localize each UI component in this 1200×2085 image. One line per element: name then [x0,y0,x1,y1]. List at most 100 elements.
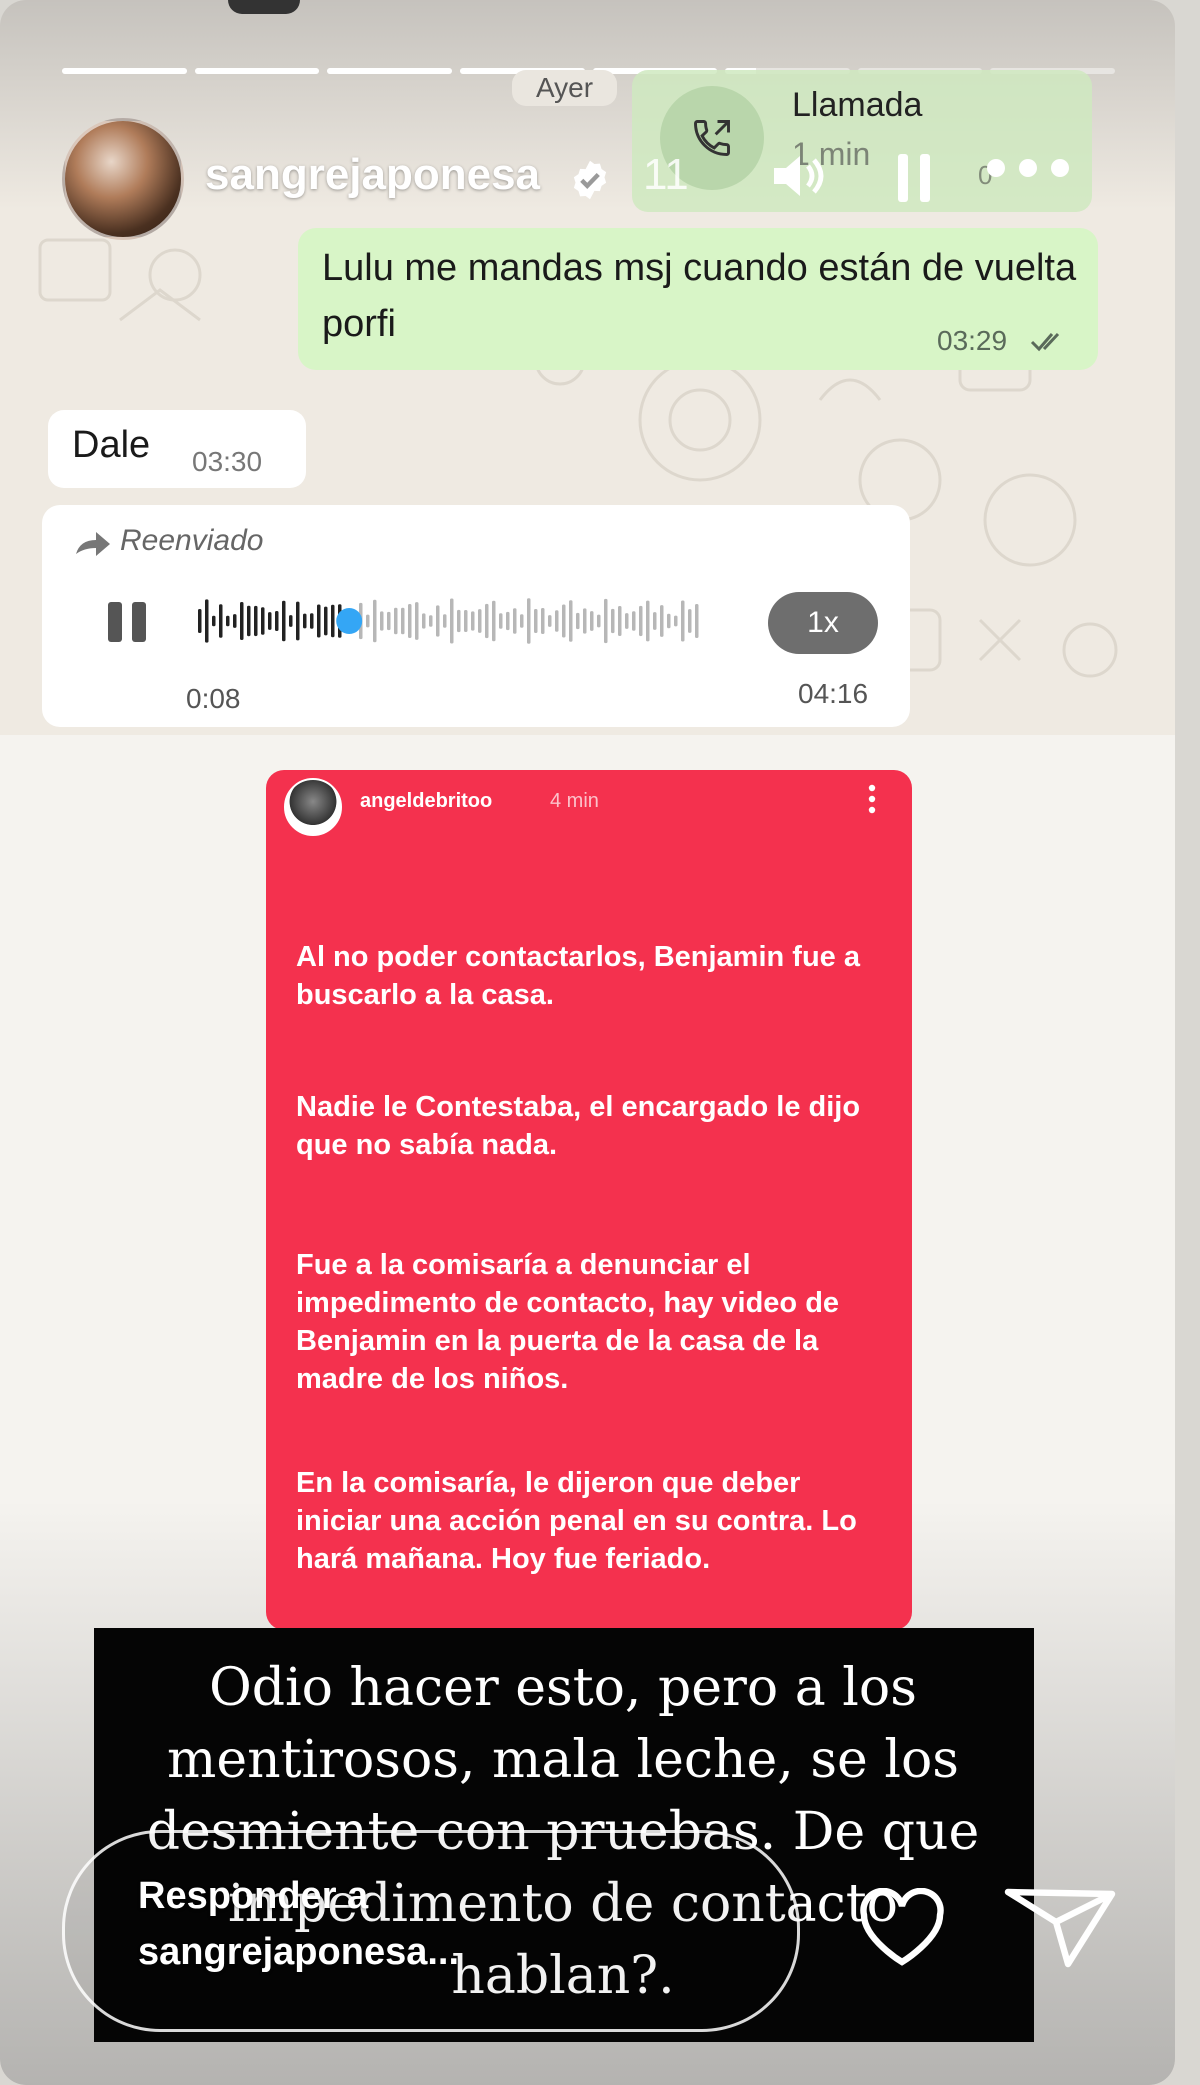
waveform-bar [562,604,566,638]
waveform-bar [415,602,419,640]
waveform-bar [331,604,335,638]
progress-segment [327,68,452,74]
progress-segment [194,68,320,74]
waveform-bar [618,605,622,637]
waveform-bar [408,604,412,638]
forward-icon [76,532,110,556]
waveform-bar [317,604,321,638]
waveform-bar [429,615,433,627]
waveform-bar [485,603,489,639]
waveform-bar [401,607,405,635]
embedded-paragraph: Fue a la comisaría a denunciar el impedi… [296,1249,840,1395]
waveform-bar [471,611,475,631]
waveform-bar [674,615,678,627]
waveform-bar [282,600,286,642]
outgoing-message-time: 03:29 [937,325,1008,356]
waveform-bar [310,613,314,629]
send-icon[interactable] [1004,1884,1116,1968]
waveform-bar [646,600,650,642]
waveform-bar [569,600,573,642]
waveform-bar [632,611,636,631]
story-time-ago: 11 [643,150,689,199]
reply-placeholder: Responder a sangrejaponesa... [138,1875,460,1973]
waveform-bar [198,609,202,633]
volume-icon[interactable] [768,148,828,204]
waveform-bar [681,600,685,642]
call-title: Llamada [792,86,923,124]
embedded-time: 4 min [550,790,599,812]
waveform-bar [289,615,293,627]
double-check-icon [1030,332,1060,352]
waveform-bar [205,599,209,643]
waveform-bar [212,615,216,627]
waveform-bar [247,605,251,637]
audio-current-time: 0:08 [186,683,241,714]
avatar[interactable] [62,118,184,240]
playback-speed-button[interactable]: 1x [768,592,878,654]
waveform-bar [366,614,370,628]
more-options-icon[interactable] [980,148,1080,188]
waveform-bar [422,613,426,629]
embedded-paragraph: En la comisaría, le dijeron que deber in… [296,1467,857,1575]
waveform-bar [555,610,559,632]
pause-story-icon[interactable] [896,150,932,206]
progress-fill [327,68,452,74]
waveform-bar [233,614,237,628]
audio-scrubber-handle[interactable] [336,608,363,634]
waveform-bar [478,609,482,633]
waveform-bar [513,608,517,634]
camera-notch [228,0,300,14]
waveform-bar [597,614,601,628]
waveform-bar [660,605,664,637]
waveform-bar [443,614,447,628]
waveform-bar [268,612,272,630]
embedded-paragraph: Nadie le Contestaba, el encargado le dij… [296,1091,861,1161]
story-username[interactable]: sangrejaponesa [205,150,540,200]
progress-segment [62,68,187,74]
waveform-bar [506,611,510,631]
embedded-paragraph: Al no poder contactarlos, Benjamin fue a… [296,941,860,1011]
waveform-bar [492,600,496,642]
waveform-bar [688,609,692,633]
forwarded-label: Reenviado [120,524,264,557]
waveform-bar [226,615,230,627]
incoming-message-text: Dale [72,424,151,466]
waveform-bar [303,613,307,629]
waveform-bar [373,599,377,643]
verified-badge-icon [573,160,607,200]
waveform-bar [604,598,608,644]
waveform-bar [534,609,538,633]
progress-fill [194,68,320,74]
waveform-bar [667,613,671,629]
waveform-bar [653,612,657,630]
waveform-bar [219,604,223,638]
audio-total-time: 04:16 [798,678,869,709]
incoming-message-time: 03:30 [192,446,263,477]
waveform-bar [394,607,398,635]
waveform-bar [499,613,503,629]
waveform-bar [576,612,580,630]
waveform-bar [240,602,244,640]
waveform-bar [583,608,587,634]
like-heart-icon[interactable] [858,1888,946,1968]
waveform-bar [275,610,279,632]
waveform-bar [261,607,265,635]
waveform-bar [639,605,643,637]
waveform-bar [387,611,391,631]
waveform-bar [527,598,531,644]
waveform-bar [625,613,629,629]
waveform-bar [436,605,440,637]
waveform-bar [450,598,454,644]
waveform-bar [520,614,524,628]
embedded-avatar [284,778,342,836]
waveform-bar [296,601,300,641]
waveform-bar [541,608,545,634]
embedded-username: angeldebritoo [360,790,493,812]
waveform-bar [254,605,258,637]
audio-waveform[interactable] [198,588,718,654]
day-label: Ayer [512,70,618,106]
waveform-bar [464,610,468,632]
embedded-more-icon [868,784,876,814]
audio-pause-icon[interactable] [106,600,148,644]
waveform-bar [548,615,552,627]
